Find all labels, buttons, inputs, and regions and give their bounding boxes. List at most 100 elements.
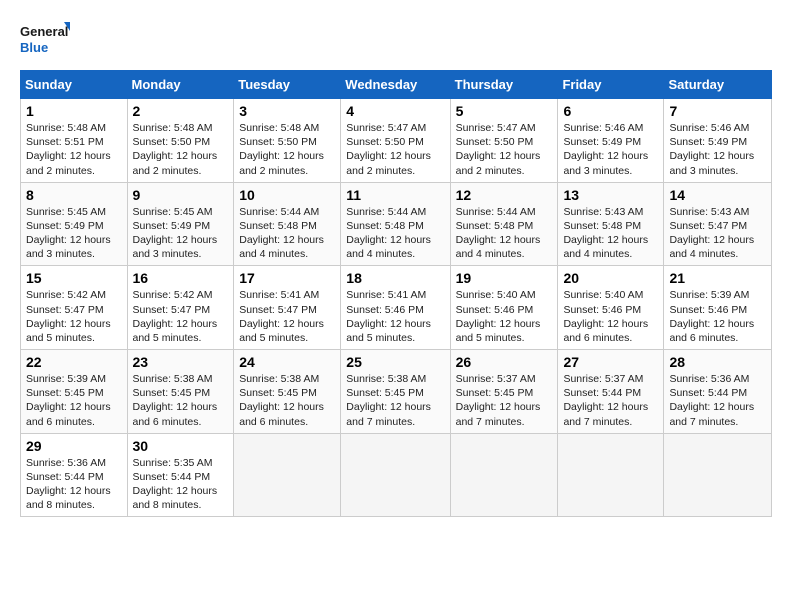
calendar-header-friday: Friday bbox=[558, 71, 664, 99]
calendar-cell: 25 Sunrise: 5:38 AMSunset: 5:45 PMDayligh… bbox=[341, 350, 450, 434]
cell-info: Sunrise: 5:43 AMSunset: 5:47 PMDaylight:… bbox=[669, 206, 754, 261]
calendar-body: 1 Sunrise: 5:48 AMSunset: 5:51 PMDaylight… bbox=[21, 99, 772, 517]
cell-info: Sunrise: 5:35 AMSunset: 5:44 PMDaylight:… bbox=[133, 457, 218, 512]
day-number: 18 bbox=[346, 270, 444, 286]
calendar-cell: 8 Sunrise: 5:45 AMSunset: 5:49 PMDaylight… bbox=[21, 182, 128, 266]
day-number: 8 bbox=[26, 187, 122, 203]
day-number: 21 bbox=[669, 270, 766, 286]
cell-info: Sunrise: 5:40 AMSunset: 5:46 PMDaylight:… bbox=[456, 289, 541, 344]
cell-info: Sunrise: 5:44 AMSunset: 5:48 PMDaylight:… bbox=[346, 206, 431, 261]
day-number: 6 bbox=[563, 103, 658, 119]
cell-info: Sunrise: 5:47 AMSunset: 5:50 PMDaylight:… bbox=[346, 122, 431, 177]
day-number: 29 bbox=[26, 438, 122, 454]
cell-info: Sunrise: 5:38 AMSunset: 5:45 PMDaylight:… bbox=[133, 373, 218, 428]
calendar-cell: 29Sunrise: 5:36 AMSunset: 5:44 PMDayligh… bbox=[21, 433, 128, 517]
calendar-cell: 23Sunrise: 5:38 AMSunset: 5:45 PMDayligh… bbox=[127, 350, 234, 434]
cell-info: Sunrise: 5:37 AMSunset: 5:45 PMDaylight:… bbox=[456, 373, 541, 428]
day-number: 15 bbox=[26, 270, 122, 286]
calendar-cell: 18 Sunrise: 5:41 AMSunset: 5:46 PMDayligh… bbox=[341, 266, 450, 350]
day-number: 1 bbox=[26, 103, 122, 119]
day-number: 26 bbox=[456, 354, 553, 370]
calendar-cell: 2 Sunrise: 5:48 AMSunset: 5:50 PMDaylight… bbox=[127, 99, 234, 183]
day-number: 11 bbox=[346, 187, 444, 203]
logo: General Blue bbox=[20, 20, 70, 60]
page-header: General Blue bbox=[20, 20, 772, 60]
calendar-cell: 22Sunrise: 5:39 AMSunset: 5:45 PMDayligh… bbox=[21, 350, 128, 434]
day-number: 3 bbox=[239, 103, 335, 119]
calendar-cell: 28 Sunrise: 5:36 AMSunset: 5:44 PMDayligh… bbox=[664, 350, 772, 434]
cell-info: Sunrise: 5:41 AMSunset: 5:47 PMDaylight:… bbox=[239, 289, 324, 344]
day-number: 25 bbox=[346, 354, 444, 370]
calendar-cell: 24 Sunrise: 5:38 AMSunset: 5:45 PMDayligh… bbox=[234, 350, 341, 434]
calendar-cell: 9 Sunrise: 5:45 AMSunset: 5:49 PMDaylight… bbox=[127, 182, 234, 266]
cell-info: Sunrise: 5:44 AMSunset: 5:48 PMDaylight:… bbox=[456, 206, 541, 261]
calendar-cell: 3 Sunrise: 5:48 AMSunset: 5:50 PMDaylight… bbox=[234, 99, 341, 183]
day-number: 2 bbox=[133, 103, 229, 119]
cell-info: Sunrise: 5:38 AMSunset: 5:45 PMDaylight:… bbox=[346, 373, 431, 428]
day-number: 28 bbox=[669, 354, 766, 370]
calendar-table: SundayMondayTuesdayWednesdayThursdayFrid… bbox=[20, 70, 772, 517]
day-number: 22 bbox=[26, 354, 122, 370]
calendar-cell: 6 Sunrise: 5:46 AMSunset: 5:49 PMDaylight… bbox=[558, 99, 664, 183]
calendar-cell: 4 Sunrise: 5:47 AMSunset: 5:50 PMDaylight… bbox=[341, 99, 450, 183]
calendar-cell bbox=[664, 433, 772, 517]
day-number: 16 bbox=[133, 270, 229, 286]
calendar-week-row: 29Sunrise: 5:36 AMSunset: 5:44 PMDayligh… bbox=[21, 433, 772, 517]
calendar-cell: 1 Sunrise: 5:48 AMSunset: 5:51 PMDaylight… bbox=[21, 99, 128, 183]
calendar-header-thursday: Thursday bbox=[450, 71, 558, 99]
cell-info: Sunrise: 5:42 AMSunset: 5:47 PMDaylight:… bbox=[133, 289, 218, 344]
calendar-cell bbox=[558, 433, 664, 517]
cell-info: Sunrise: 5:48 AMSunset: 5:50 PMDaylight:… bbox=[133, 122, 218, 177]
calendar-week-row: 22Sunrise: 5:39 AMSunset: 5:45 PMDayligh… bbox=[21, 350, 772, 434]
calendar-cell: 5 Sunrise: 5:47 AMSunset: 5:50 PMDaylight… bbox=[450, 99, 558, 183]
calendar-header-sunday: Sunday bbox=[21, 71, 128, 99]
day-number: 24 bbox=[239, 354, 335, 370]
svg-text:Blue: Blue bbox=[20, 40, 48, 55]
calendar-cell bbox=[450, 433, 558, 517]
cell-info: Sunrise: 5:47 AMSunset: 5:50 PMDaylight:… bbox=[456, 122, 541, 177]
calendar-cell: 16 Sunrise: 5:42 AMSunset: 5:47 PMDayligh… bbox=[127, 266, 234, 350]
calendar-week-row: 8 Sunrise: 5:45 AMSunset: 5:49 PMDaylight… bbox=[21, 182, 772, 266]
calendar-header-monday: Monday bbox=[127, 71, 234, 99]
cell-info: Sunrise: 5:48 AMSunset: 5:50 PMDaylight:… bbox=[239, 122, 324, 177]
cell-info: Sunrise: 5:45 AMSunset: 5:49 PMDaylight:… bbox=[133, 206, 218, 261]
cell-info: Sunrise: 5:46 AMSunset: 5:49 PMDaylight:… bbox=[669, 122, 754, 177]
day-number: 4 bbox=[346, 103, 444, 119]
day-number: 20 bbox=[563, 270, 658, 286]
calendar-cell: 11 Sunrise: 5:44 AMSunset: 5:48 PMDayligh… bbox=[341, 182, 450, 266]
cell-info: Sunrise: 5:46 AMSunset: 5:49 PMDaylight:… bbox=[563, 122, 648, 177]
calendar-week-row: 1 Sunrise: 5:48 AMSunset: 5:51 PMDaylight… bbox=[21, 99, 772, 183]
calendar-week-row: 15 Sunrise: 5:42 AMSunset: 5:47 PMDayligh… bbox=[21, 266, 772, 350]
calendar-cell: 13Sunrise: 5:43 AMSunset: 5:48 PMDayligh… bbox=[558, 182, 664, 266]
calendar-cell: 17 Sunrise: 5:41 AMSunset: 5:47 PMDayligh… bbox=[234, 266, 341, 350]
calendar-cell bbox=[341, 433, 450, 517]
cell-info: Sunrise: 5:40 AMSunset: 5:46 PMDaylight:… bbox=[563, 289, 648, 344]
calendar-cell: 20 Sunrise: 5:40 AMSunset: 5:46 PMDayligh… bbox=[558, 266, 664, 350]
calendar-cell: 21 Sunrise: 5:39 AMSunset: 5:46 PMDayligh… bbox=[664, 266, 772, 350]
cell-info: Sunrise: 5:48 AMSunset: 5:51 PMDaylight:… bbox=[26, 122, 111, 177]
day-number: 14 bbox=[669, 187, 766, 203]
calendar-cell: 15 Sunrise: 5:42 AMSunset: 5:47 PMDayligh… bbox=[21, 266, 128, 350]
calendar-cell bbox=[234, 433, 341, 517]
cell-info: Sunrise: 5:45 AMSunset: 5:49 PMDaylight:… bbox=[26, 206, 111, 261]
svg-text:General: General bbox=[20, 24, 68, 39]
calendar-cell: 26 Sunrise: 5:37 AMSunset: 5:45 PMDayligh… bbox=[450, 350, 558, 434]
calendar-cell: 14 Sunrise: 5:43 AMSunset: 5:47 PMDayligh… bbox=[664, 182, 772, 266]
cell-info: Sunrise: 5:41 AMSunset: 5:46 PMDaylight:… bbox=[346, 289, 431, 344]
calendar-cell: 27 Sunrise: 5:37 AMSunset: 5:44 PMDayligh… bbox=[558, 350, 664, 434]
day-number: 10 bbox=[239, 187, 335, 203]
cell-info: Sunrise: 5:43 AMSunset: 5:48 PMDaylight:… bbox=[563, 206, 648, 261]
day-number: 9 bbox=[133, 187, 229, 203]
cell-info: Sunrise: 5:39 AMSunset: 5:46 PMDaylight:… bbox=[669, 289, 754, 344]
cell-info: Sunrise: 5:37 AMSunset: 5:44 PMDaylight:… bbox=[563, 373, 648, 428]
cell-info: Sunrise: 5:38 AMSunset: 5:45 PMDaylight:… bbox=[239, 373, 324, 428]
cell-info: Sunrise: 5:42 AMSunset: 5:47 PMDaylight:… bbox=[26, 289, 111, 344]
day-number: 19 bbox=[456, 270, 553, 286]
day-number: 5 bbox=[456, 103, 553, 119]
cell-info: Sunrise: 5:36 AMSunset: 5:44 PMDaylight:… bbox=[669, 373, 754, 428]
day-number: 17 bbox=[239, 270, 335, 286]
day-number: 7 bbox=[669, 103, 766, 119]
day-number: 27 bbox=[563, 354, 658, 370]
cell-info: Sunrise: 5:44 AMSunset: 5:48 PMDaylight:… bbox=[239, 206, 324, 261]
calendar-cell: 10 Sunrise: 5:44 AMSunset: 5:48 PMDayligh… bbox=[234, 182, 341, 266]
